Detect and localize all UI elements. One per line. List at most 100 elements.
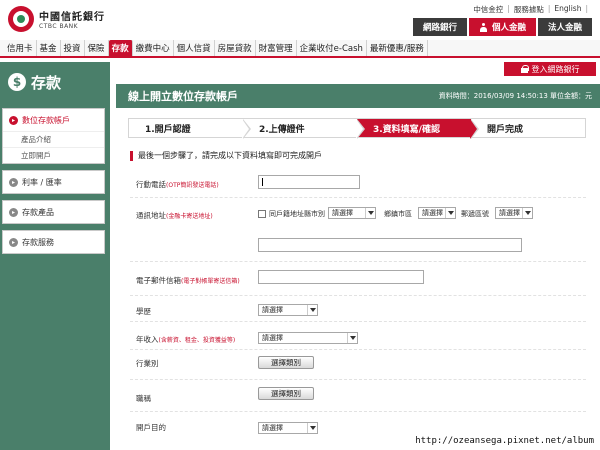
util-link-holding[interactable]: 中信金控	[473, 4, 503, 15]
email-input[interactable]	[258, 270, 424, 284]
chevron-right-icon: ▸	[9, 115, 18, 125]
chevron-right-icon: ▸	[9, 177, 18, 187]
position-select-button[interactable]: 選擇類別	[258, 387, 314, 400]
sidebar-group-rates: ▸ 利率 / 匯率	[2, 170, 105, 194]
chevron-down-icon	[365, 208, 375, 218]
mobile-input[interactable]	[258, 175, 360, 189]
education-select[interactable]: 請選擇	[258, 304, 318, 316]
ctbc-logo-icon	[8, 6, 34, 32]
position-label: 職稱	[136, 394, 151, 403]
street-address-input[interactable]	[258, 238, 522, 252]
row-position: 職稱 選擇類別	[130, 380, 586, 412]
row-email: 電子郵件信箱(電子對帳單寄送信箱)	[130, 262, 586, 296]
income-label: 年收入(含薪資、租金、投資獲益等)	[136, 335, 236, 344]
sidebar-menu: ▸ 數位存款帳戶 產品介紹 立即開戶 ▸ 利率 / 匯率 ▸ 存款產品 ▸ 存款…	[2, 108, 105, 448]
chevron-right-icon: ▸	[9, 207, 18, 217]
mobile-label: 行動電話(OTP簡訊發送電話)	[136, 180, 219, 189]
chevron-right-icon: ▸	[9, 237, 18, 247]
bank-name-en: CTBC BANK	[39, 23, 79, 30]
sidebar-group-deposit-services: ▸ 存款服務	[2, 230, 105, 254]
util-link-english[interactable]: English	[554, 4, 581, 15]
lock-icon	[520, 65, 529, 73]
income-select[interactable]: 請選擇	[258, 332, 358, 344]
nav-deposit[interactable]: 存款	[108, 40, 133, 56]
nav-investment[interactable]: 投資	[61, 40, 85, 56]
step-complete: 開戶完成	[487, 124, 524, 135]
sidebar-item-deposit-services[interactable]: ▸ 存款服務	[3, 231, 104, 253]
city-select[interactable]: 請選擇	[328, 207, 376, 219]
tab-online-bank[interactable]: 網路銀行	[412, 18, 467, 36]
chevron-down-icon	[307, 423, 317, 433]
address-label: 通訊地址(金融卡寄送地址)	[136, 211, 213, 220]
step-authentication: 1.開戶認證	[129, 119, 251, 139]
bank-name-zh: 中國信託銀行	[39, 12, 105, 23]
nav-promotions[interactable]: 最新優惠/服務	[367, 40, 428, 56]
sidebar-group-deposit-products: ▸ 存款產品	[2, 200, 105, 224]
sidebar-subitem-product-intro[interactable]: 產品介紹	[3, 131, 104, 147]
nav-mortgage[interactable]: 房屋貸款	[215, 40, 256, 56]
sidebar-item-label: 利率 / 匯率	[22, 177, 62, 187]
content-header: 線上開立數位存款帳戶 資料時間：2016/03/09 14:50:13 單位金額…	[116, 84, 600, 108]
page-title: 線上開立數位存款帳戶	[128, 90, 238, 103]
industry-label: 行業別	[136, 359, 159, 368]
sidebar-item-rates[interactable]: ▸ 利率 / 匯率	[3, 171, 104, 193]
data-timestamp: 資料時間：2016/03/09 14:50:13 單位金額：元	[438, 92, 592, 100]
row-address: 通訊地址(金融卡寄送地址) 同戶籍地址縣市別 請選擇 鄉鎮市區 請選擇 郵遞區號…	[130, 198, 586, 262]
sidebar-title-label: 存款	[31, 73, 62, 92]
same-as-registered-checkbox[interactable]	[258, 210, 266, 218]
step-fill-confirm: 3.資料填寫/確認	[357, 119, 479, 139]
nav-credit-card[interactable]: 信用卡	[4, 40, 37, 56]
nav-wealth-management[interactable]: 財富管理	[256, 40, 297, 56]
education-label: 學歷	[136, 307, 151, 316]
chevron-down-icon	[347, 333, 357, 343]
district-label: 鄉鎮市區	[384, 210, 412, 218]
sidebar-item-label: 數位存款帳戶	[22, 115, 70, 125]
nav-payment-center[interactable]: 繳費中心	[133, 40, 174, 56]
zip-select[interactable]: 請選擇	[495, 207, 533, 219]
row-income: 年收入(含薪資、租金、投資獲益等) 請選擇	[130, 322, 586, 350]
row-education: 學歷 請選擇	[130, 296, 586, 322]
tab-personal-banking[interactable]: 個人金融	[468, 18, 536, 36]
sidebar-item-digital-account[interactable]: ▸ 數位存款帳戶	[3, 109, 104, 131]
dollar-icon: $	[8, 73, 26, 91]
main-content: 線上開立數位存款帳戶 資料時間：2016/03/09 14:50:13 單位金額…	[116, 84, 600, 450]
form-notice: 最後一個步驟了，請完成以下資料填寫即可完成開戶	[130, 150, 322, 161]
chevron-down-icon	[522, 208, 532, 218]
purpose-label: 開戶目的	[136, 423, 166, 432]
tab-corporate-banking[interactable]: 法人金融	[537, 18, 592, 36]
nav-personal-loan[interactable]: 個人信貸	[174, 40, 215, 56]
main-nav: 信用卡 基金 投資 保險 存款 繳費中心 個人信貸 房屋貸款 財富管理 企業收付…	[0, 40, 600, 58]
progress-steps: 1.開戶認證 2.上傳證件 3.資料填寫/確認 開戶完成	[128, 118, 586, 139]
utility-links: 中信金控 | 服務據點 | English |	[473, 4, 588, 15]
util-link-branches[interactable]: 服務據點	[514, 4, 544, 15]
person-icon	[479, 22, 488, 32]
district-select[interactable]: 請選擇	[418, 207, 456, 219]
step-upload-documents: 2.上傳證件	[243, 119, 365, 139]
sidebar-group-digital-account: ▸ 數位存款帳戶 產品介紹 立即開戶	[2, 108, 105, 164]
login-button-label: 登入網路銀行	[531, 64, 580, 74]
row-mobile: 行動電話(OTP簡訊發送電話)	[130, 168, 586, 198]
industry-select-button[interactable]: 選擇類別	[258, 356, 314, 369]
brand-tabs: 網路銀行 個人金融 法人金融	[411, 18, 592, 36]
chevron-down-icon	[445, 208, 455, 218]
nav-funds[interactable]: 基金	[37, 40, 61, 56]
sidebar-item-deposit-products[interactable]: ▸ 存款產品	[3, 201, 104, 223]
sidebar-item-label: 存款產品	[22, 207, 54, 217]
tab-personal-label: 個人金融	[491, 23, 526, 33]
same-as-registered-label: 同戶籍地址縣市別	[269, 210, 325, 218]
sidebar-item-label: 存款服務	[22, 237, 54, 247]
email-label: 電子郵件信箱(電子對帳單寄送信箱)	[136, 276, 240, 285]
watermark-url: http://ozeansega.pixnet.net/album	[411, 436, 598, 448]
chevron-down-icon	[307, 305, 317, 315]
top-header: 中國信託銀行 CTBC BANK 中信金控 | 服務據點 | English |…	[0, 0, 600, 40]
sidebar-subitem-open-now[interactable]: 立即開戶	[3, 147, 104, 163]
sidebar: $ 存款 ▸ 數位存款帳戶 產品介紹 立即開戶 ▸ 利率 / 匯率 ▸ 存款產品	[0, 62, 110, 450]
nav-insurance[interactable]: 保險	[85, 40, 109, 56]
purpose-select[interactable]: 請選擇	[258, 422, 318, 434]
row-industry: 行業別 選擇類別	[130, 350, 586, 380]
sidebar-title: $ 存款	[0, 62, 110, 102]
bank-logo[interactable]: 中國信託銀行 CTBC BANK	[8, 5, 105, 33]
nav-ecash[interactable]: 企業收付e-Cash	[297, 40, 367, 56]
login-online-banking-button[interactable]: 登入網路銀行	[504, 62, 596, 76]
notice-text: 最後一個步驟了，請完成以下資料填寫即可完成開戶	[138, 151, 322, 160]
